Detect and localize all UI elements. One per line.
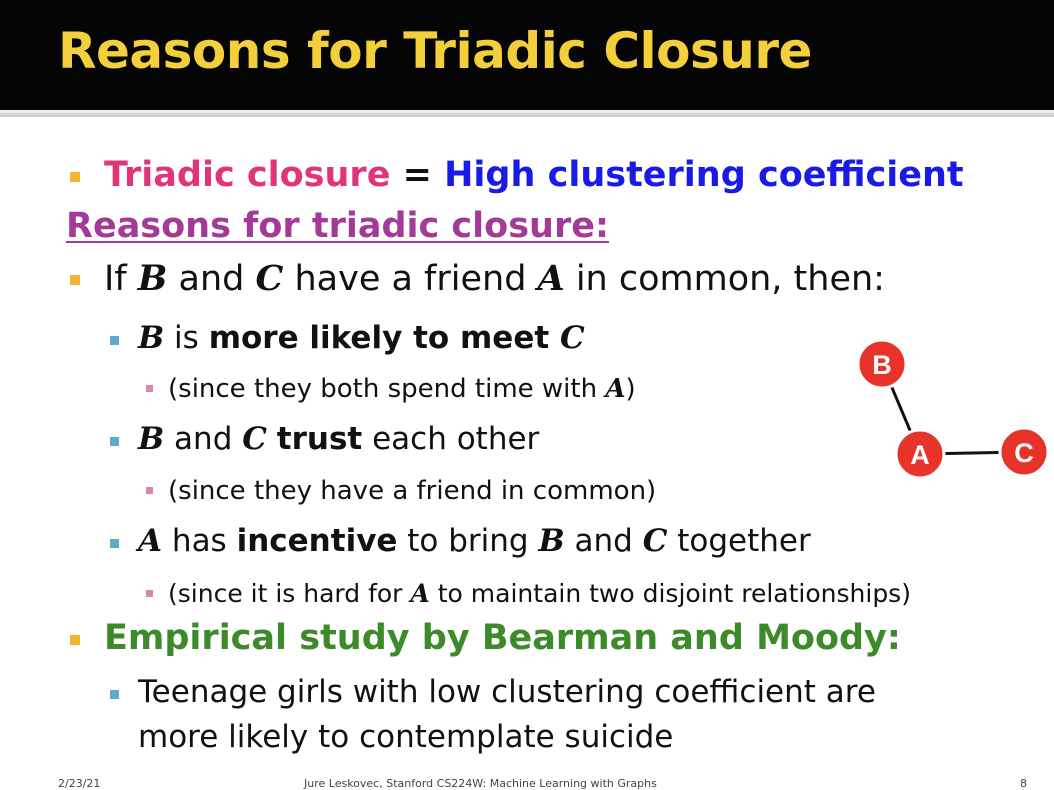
emphasis-trust: trust	[276, 421, 363, 457]
text: together	[667, 523, 811, 559]
footer-credit: Jure Leskovec, Stanford CS224W: Machine …	[304, 777, 657, 790]
note-friend-common: (since they have a friend in common)	[168, 476, 657, 506]
reasons-heading: Reasons for triadic closure:	[66, 206, 609, 246]
title-divider	[0, 110, 1054, 117]
var-b: B	[137, 258, 168, 299]
node-b-label: B	[872, 350, 892, 380]
triad-graph: B A C	[856, 338, 1050, 480]
sub-sub-bullet-icon	[146, 590, 153, 597]
var-a: A	[605, 374, 626, 404]
var-a: A	[537, 258, 565, 299]
text: )	[625, 374, 636, 404]
title-bar: Reasons for Triadic Closure	[0, 0, 1054, 110]
var-c: C	[559, 320, 585, 356]
finding-line-2: more likely to contemplate suicide	[138, 719, 674, 755]
text: to bring	[397, 523, 539, 559]
sub-bullet-incentive: A has incentive to bring B and C togethe…	[138, 523, 811, 559]
emphasis-more-likely: more likely to meet	[208, 320, 560, 356]
text: and	[564, 523, 643, 559]
text: has	[162, 523, 237, 559]
var-a: A	[410, 579, 430, 608]
footer-date: 2/23/21	[58, 777, 101, 790]
var-c: C	[242, 421, 267, 457]
node-b: B	[856, 338, 908, 390]
text: and	[164, 421, 243, 457]
bullet-empirical-study: Empirical study by Bearman and Moody:	[104, 618, 901, 658]
sub-sub-bullet-icon	[146, 385, 153, 392]
sub-bullet-square-icon	[110, 437, 119, 446]
var-b: B	[138, 320, 165, 356]
var-b: B	[138, 421, 165, 457]
note-spend-time: (since they both spend time with A)	[168, 374, 636, 404]
text: have a friend	[283, 259, 538, 299]
term-high-clustering: High clustering coefficient	[444, 155, 964, 195]
var-c: C	[255, 258, 284, 299]
bullet-common-friend: If B and C have a friend A in common, th…	[104, 258, 885, 299]
text: (since it is hard for	[168, 579, 411, 608]
sub-bullet-square-icon	[110, 690, 119, 699]
bullet-square-icon	[70, 172, 80, 182]
bullet-triadic-closure: Triadic closure = High clustering coeffi…	[104, 155, 964, 195]
node-a-label: A	[910, 440, 930, 470]
var-c: C	[642, 523, 668, 559]
finding-line-1: Teenage girls with low clustering coeffi…	[138, 674, 876, 710]
emphasis-incentive: incentive	[236, 523, 398, 559]
bullet-square-icon	[70, 635, 80, 645]
text: to maintain two disjoint relationships)	[429, 579, 911, 608]
sub-bullet-square-icon	[110, 336, 119, 345]
sub-bullet-square-icon	[110, 539, 119, 548]
term-triadic-closure: Triadic closure	[104, 155, 391, 195]
text	[267, 421, 277, 457]
text: is	[164, 320, 209, 356]
text: (since they both spend time with	[168, 374, 606, 404]
bullet-square-icon	[70, 275, 80, 285]
node-c: C	[998, 426, 1050, 478]
text: If	[104, 259, 138, 299]
slide-title: Reasons for Triadic Closure	[58, 22, 812, 80]
equals-sign: =	[390, 155, 445, 195]
node-a: A	[894, 428, 946, 480]
note-disjoint: (since it is hard for A to maintain two …	[168, 579, 911, 608]
var-a: A	[138, 523, 163, 559]
footer-page-number: 8	[1020, 777, 1027, 790]
sub-bullet-meet: B is more likely to meet C	[138, 320, 585, 356]
text: and	[167, 259, 256, 299]
var-b: B	[538, 523, 565, 559]
sub-sub-bullet-icon	[146, 487, 153, 494]
node-c-label: C	[1014, 438, 1034, 468]
text: in common, then:	[564, 259, 885, 299]
sub-bullet-trust: B and C trust each other	[138, 421, 539, 457]
text: each other	[362, 421, 540, 457]
